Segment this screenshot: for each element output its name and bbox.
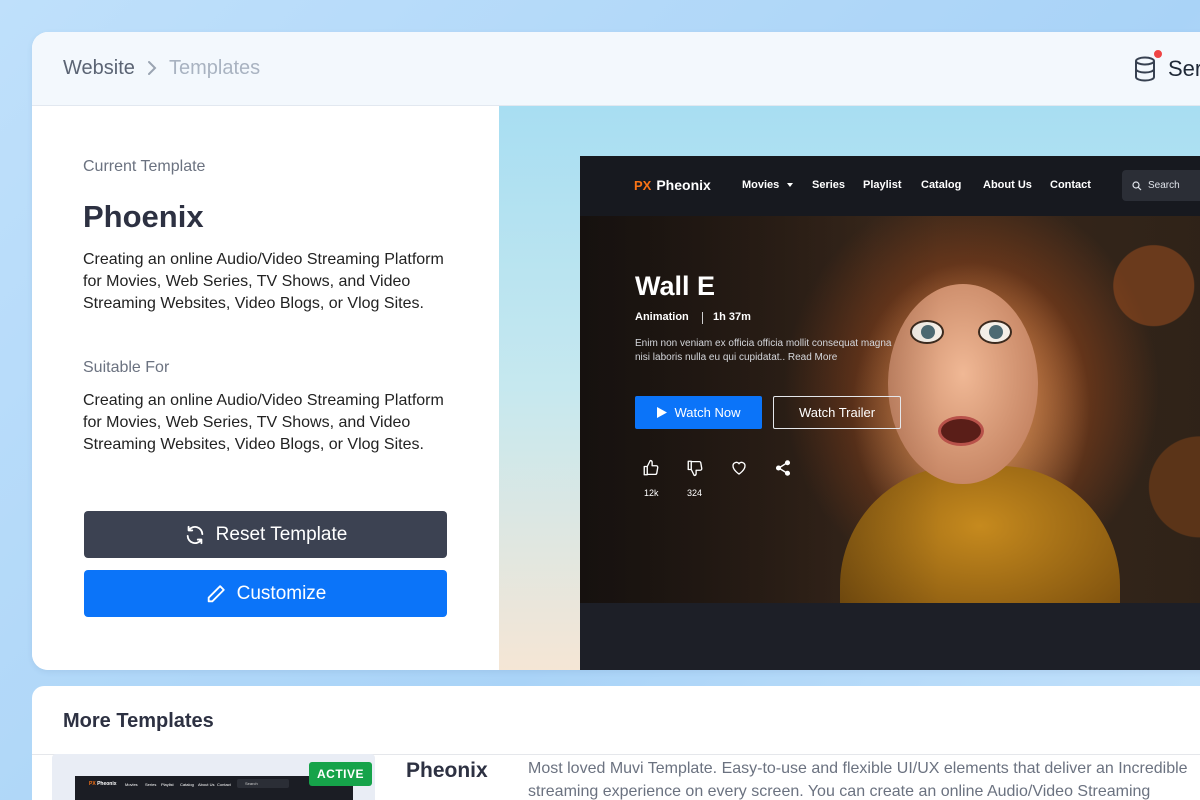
breadcrumb-website[interactable]: Website [63,57,135,80]
preview-nav-catalog: Catalog [921,179,962,191]
reset-template-button[interactable]: Reset Template [84,511,447,558]
search-icon [1132,180,1142,190]
share-icon [775,460,791,476]
meta-divider [702,312,703,324]
preview-logo-mark: PX [634,177,652,193]
template-preview-area: PX Pheonix Movies Series Playlist Catalo… [499,106,1200,670]
active-badge: ACTIVE [309,762,373,786]
thumbnail-nav-item: Contact [217,782,231,787]
more-templates-section: More Templates PX Pheonix Movies Series … [32,686,1200,800]
preview-search: Search [1122,170,1200,201]
customize-label: Customize [236,582,327,604]
preview-footer-strip [580,603,1200,670]
preview-genre: Animation [635,311,689,323]
preview-synopsis: Enim non veniam ex officia officia molli… [635,338,892,363]
preview-watch-trailer-button: Watch Trailer [773,396,901,429]
heart-icon [732,461,746,475]
thumbnail-nav-item: Movies [125,782,138,787]
preview-nav-movies: Movies [742,179,780,191]
template-panel: Website Templates Ser Current Template P… [32,32,1200,670]
chevron-right-icon [146,59,158,82]
customize-button[interactable]: Customize [84,570,447,617]
current-template-info: Current Template Phoenix Creating an onl… [32,106,499,670]
preview-navbar: PX Pheonix Movies Series Playlist Catalo… [580,156,1200,216]
hero-figure-mouth [938,416,984,446]
thumbnail-search: Search [237,779,289,788]
template-preview[interactable]: PX Pheonix Movies Series Playlist Catalo… [580,156,1200,670]
refresh-icon [186,525,203,544]
preview-search-placeholder: Search [1148,180,1180,191]
breadcrumb-templates: Templates [169,57,261,79]
preview-logo: PX Pheonix [634,177,711,193]
database-icon[interactable] [1133,56,1157,82]
preview-hero: Wall E Animation 1h 37m Enim non veniam … [580,216,1200,603]
preview-nav-playlist: Playlist [863,179,902,191]
thumbnail-nav-item: About Us [198,782,215,787]
preview-watch-now-button: Watch Now [635,396,762,429]
page-header: Website Templates Ser [32,32,1200,106]
template-description: Creating an online Audio/Video Streaming… [83,251,444,312]
preview-logo-text: Pheonix [656,177,711,193]
thumbs-up-icon [643,459,659,476]
more-templates-title: More Templates [63,710,214,732]
suitable-for-label: Suitable For [83,359,170,376]
thumbs-down-icon [687,460,703,477]
preview-nav-series: Series [812,179,846,191]
preview-hero-title: Wall E [635,271,716,301]
server-label[interactable]: Ser [1168,56,1200,82]
caret-down-icon [787,183,793,187]
preview-duration: 1h 37m [713,311,751,323]
preview-nav-about: About Us [983,179,1032,191]
template-name: Phoenix [83,199,204,234]
thumbnail-nav-item: Catalog [180,782,194,787]
reset-template-label: Reset Template [215,523,348,545]
preview-nav-contact: Contact [1050,179,1091,191]
pencil-icon [207,584,225,602]
current-template-label: Current Template [83,158,206,175]
thumbnail-nav-item: Playlist [161,782,174,787]
dislikes-count: 324 [687,488,703,498]
hero-figure-eye [978,320,1012,344]
thumbnail-nav-item: Series [145,782,157,787]
notification-dot [1153,49,1163,59]
likes-count: 12k [644,488,659,498]
play-icon [656,407,667,418]
template-card-description: Most loved Muvi Template. Easy-to-use an… [528,760,1188,800]
preview-watch-now-label: Watch Now [674,405,741,420]
thumbnail-logo: PX Pheonix [89,781,117,787]
suitable-for-text: Creating an online Audio/Video Streaming… [83,392,444,453]
template-card-name[interactable]: Pheonix [406,759,488,783]
preview-watch-trailer-label: Watch Trailer [798,405,876,420]
